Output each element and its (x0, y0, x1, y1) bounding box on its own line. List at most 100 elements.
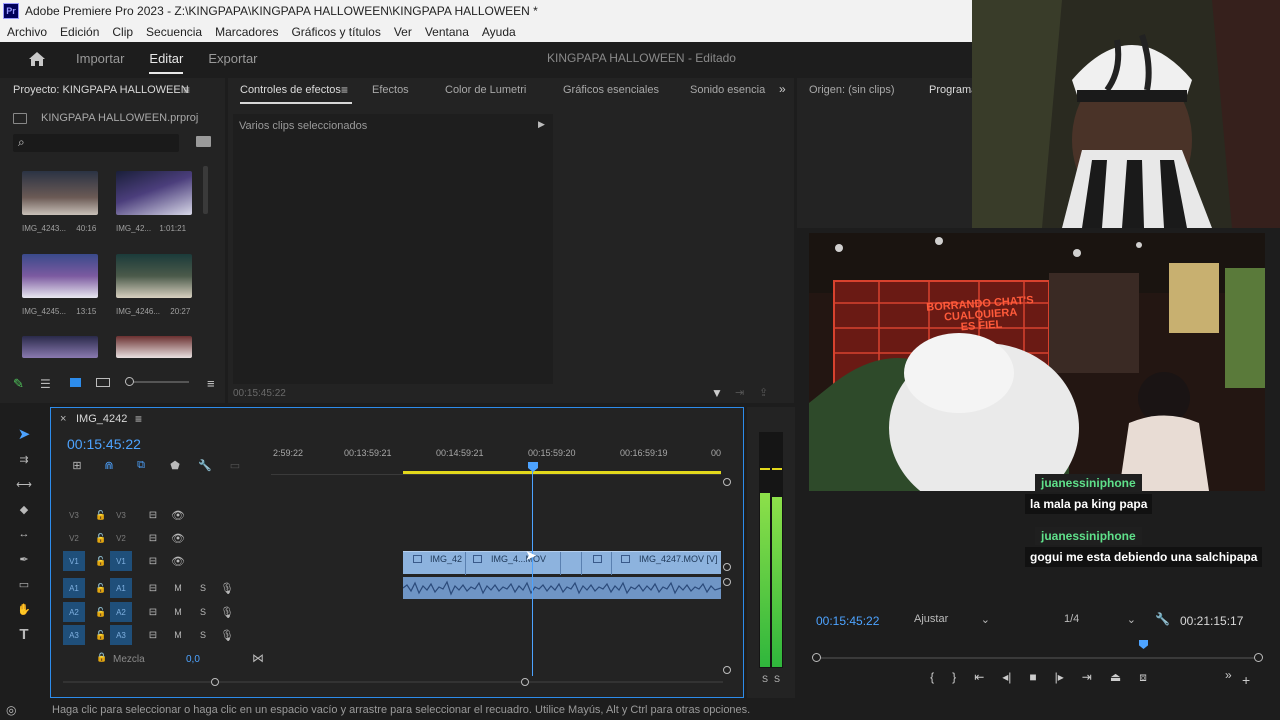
microphone-icon[interactable]: 🎙 (220, 628, 234, 642)
extract-icon[interactable]: ⧈ (1139, 670, 1147, 692)
audio-clip-group[interactable] (403, 577, 721, 599)
lock-icon[interactable]: 🔓 (95, 531, 107, 545)
thumbnail-partial[interactable] (22, 336, 98, 358)
resolution-dropdown[interactable]: 1/4 ⌄ (1064, 613, 1140, 629)
track-select-icon[interactable]: ⇉ (14, 449, 34, 469)
microphone-icon[interactable]: 🎙 (220, 605, 234, 619)
tab-editar[interactable]: Editar (149, 51, 183, 66)
rectangle-tool-icon[interactable]: ▭ (14, 574, 34, 594)
tab-color-lumetri[interactable]: Color de Lumetri (445, 84, 526, 96)
program-video-frame[interactable]: BORRANDO CHAT'S CUALQUIERA ES FIEL (809, 233, 1265, 491)
track-target-a2[interactable]: A2 (110, 602, 132, 622)
eye-icon[interactable]: 👁 (171, 531, 185, 545)
track-source-v2[interactable]: V2 (63, 528, 85, 548)
ripple-edit-icon[interactable]: ⟷ (14, 474, 34, 494)
vertical-zoom-handle[interactable] (723, 578, 731, 586)
step-back-icon[interactable]: ◂| (1002, 670, 1011, 692)
add-button-icon[interactable]: + (1242, 672, 1250, 688)
project-scrollbar[interactable] (203, 166, 208, 214)
tab-sonido-esencial[interactable]: Sonido esencia (690, 84, 765, 96)
thumbnail-img-4245[interactable] (22, 254, 98, 298)
program-timecode[interactable]: 00:15:45:22 (816, 614, 879, 628)
zoom-slider[interactable] (125, 381, 189, 383)
home-icon[interactable] (28, 51, 46, 67)
panel-menu-icon[interactable]: ≡ (341, 83, 348, 97)
track-target-v3[interactable]: V3 (110, 505, 132, 525)
mark-out-icon[interactable]: } (952, 670, 956, 692)
scrubber-left-handle[interactable] (812, 653, 821, 662)
menu-ayuda[interactable]: Ayuda (482, 25, 516, 39)
sync-lock-icon[interactable]: ⊟ (146, 554, 160, 568)
vertical-zoom-handle[interactable] (723, 478, 731, 486)
pencil-icon[interactable]: ✎ (13, 376, 24, 392)
playhead-line[interactable] (532, 471, 533, 676)
more-controls-icon[interactable]: » (1225, 668, 1232, 682)
freeform-view-icon[interactable] (96, 378, 110, 387)
track-source-v3[interactable]: V3 (63, 505, 85, 525)
list-view-icon[interactable]: ☰ (40, 377, 51, 391)
program-scrubber[interactable] (816, 657, 1260, 659)
horizontal-scrollbar[interactable] (63, 681, 723, 683)
filter-icon[interactable]: ▼ (711, 386, 723, 400)
wrench-icon[interactable]: 🔧 (1155, 612, 1170, 626)
track-target-a1[interactable]: A1 (110, 578, 132, 598)
track-source-a3[interactable]: A3 (63, 625, 85, 645)
menu-graficos[interactable]: Gráficos y títulos (291, 25, 380, 39)
tab-graficos-esenciales[interactable]: Gráficos esenciales (563, 84, 659, 96)
vertical-zoom-handle[interactable] (723, 666, 731, 674)
mark-in-icon[interactable]: { (930, 670, 934, 692)
menu-clip[interactable]: Clip (112, 25, 133, 39)
lock-icon[interactable]: 🔓 (95, 605, 107, 619)
step-forward-icon[interactable]: |▸ (1055, 670, 1064, 692)
lift-icon[interactable]: ⏏ (1110, 670, 1121, 692)
captions-icon[interactable]: ▭ (227, 458, 243, 472)
tab-programa[interactable]: Programa (929, 84, 977, 96)
mute-a2[interactable]: M (172, 605, 184, 619)
track-target-v1[interactable]: V1 (110, 551, 132, 571)
sync-lock-icon[interactable]: ⊟ (146, 508, 160, 522)
tab-exportar[interactable]: Exportar (208, 51, 257, 66)
type-tool-icon[interactable]: T (14, 624, 34, 644)
linked-selection-icon[interactable]: ⧉ (133, 458, 149, 472)
slip-tool-icon[interactable]: ↔ (14, 524, 34, 544)
thumbnail-img-42[interactable] (116, 171, 192, 215)
expand-arrow-icon[interactable]: ▶ (538, 119, 545, 130)
sequence-tab[interactable]: IMG_4242 (76, 413, 127, 425)
sync-lock-icon[interactable]: ⊟ (146, 581, 160, 595)
scroll-handle-left[interactable] (211, 678, 219, 686)
mix-value[interactable]: 0,0 (186, 654, 200, 665)
hand-tool-icon[interactable]: ✋ (14, 599, 34, 619)
track-source-a1[interactable]: A1 (63, 578, 85, 598)
scrubber-right-handle[interactable] (1254, 653, 1263, 662)
thumbnail-partial[interactable] (116, 336, 192, 358)
add-marker-icon[interactable]: ⬟ (167, 458, 183, 472)
panel-menu-icon[interactable]: ≡ (135, 412, 142, 426)
stop-icon[interactable]: ■ (1029, 670, 1036, 692)
mute-a1[interactable]: M (172, 581, 184, 595)
program-playhead[interactable] (1139, 640, 1148, 649)
track-source-a2[interactable]: A2 (63, 602, 85, 622)
vertical-zoom-handle[interactable] (723, 563, 731, 571)
pen-tool-icon[interactable]: ✒ (14, 549, 34, 569)
video-clip-group[interactable]: IMG_42 IMG_4...MOV IMG_4247.MOV [V] (403, 551, 721, 575)
menu-archivo[interactable]: Archivo (7, 25, 47, 39)
solo-a3[interactable]: S (197, 628, 209, 642)
fit-dropdown[interactable]: Ajustar ⌄ (914, 613, 994, 629)
solo-right[interactable]: S (774, 674, 780, 684)
timeline-timecode[interactable]: 00:15:45:22 (67, 436, 141, 452)
mute-a3[interactable]: M (172, 628, 184, 642)
lock-icon[interactable]: 🔓 (95, 628, 107, 642)
insert-nest-icon[interactable]: ⊞ (69, 458, 85, 472)
solo-a2[interactable]: S (197, 605, 209, 619)
go-to-out-icon[interactable]: ⇥ (1082, 670, 1092, 692)
project-search-input[interactable]: ⌕ (13, 134, 179, 152)
eye-icon[interactable]: 👁 (171, 508, 185, 522)
sync-lock-icon[interactable]: ⊟ (146, 531, 160, 545)
solo-a1[interactable]: S (197, 581, 209, 595)
sync-lock-icon[interactable]: ⊟ (146, 628, 160, 642)
menu-ventana[interactable]: Ventana (425, 25, 469, 39)
selection-tool-icon[interactable]: ➤ (14, 424, 34, 444)
scroll-handle-right[interactable] (521, 678, 529, 686)
zoom-slider-handle[interactable] (125, 377, 134, 386)
tab-efectos[interactable]: Efectos (372, 84, 409, 96)
